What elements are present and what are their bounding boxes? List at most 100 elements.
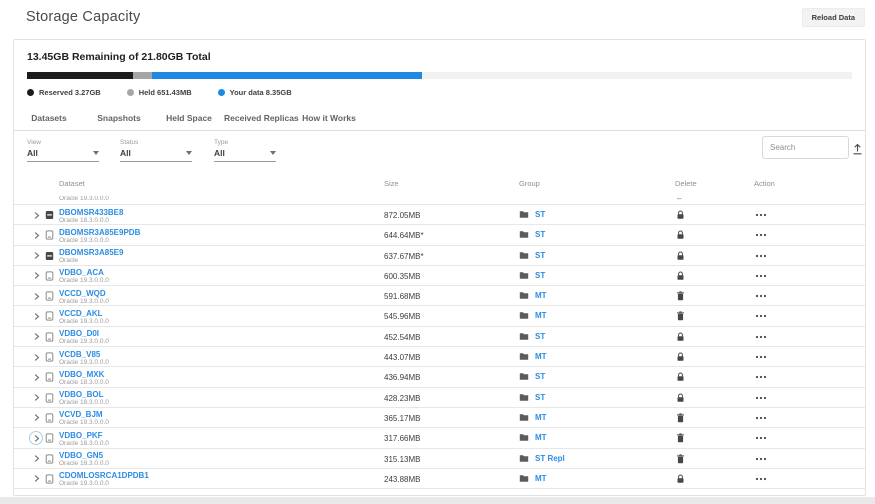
action-menu-icon[interactable] (755, 254, 767, 258)
dataset-name-link[interactable]: VDBO_BOL (59, 390, 103, 399)
reload-data-button[interactable]: Reload Data (802, 8, 865, 27)
group-link[interactable]: ST (535, 393, 545, 402)
tab-received-replicas[interactable]: Received Replicas (224, 113, 294, 123)
delete-cell[interactable] (673, 311, 687, 321)
table-row: VDBO_GN5 Oracle 18.3.0.0.0 315.13MB ST R… (14, 449, 865, 469)
items-per-page[interactable]: Items per page: 15 (649, 494, 712, 496)
dataset-name-link[interactable]: VDBO_D0I (59, 329, 99, 338)
dataset-size: 243.88MB (384, 475, 420, 484)
dataset-name-link[interactable]: DBOMSR433BE8 (59, 208, 123, 217)
group-link[interactable]: MT (535, 291, 547, 300)
delete-cell[interactable] (673, 474, 687, 484)
action-menu-icon[interactable] (755, 274, 767, 278)
dataset-name-link[interactable]: VCVD_BJM (59, 410, 103, 419)
dataset-name-link[interactable]: VCCD_WQD (59, 289, 106, 298)
group-link[interactable]: ST (535, 271, 545, 280)
first-page-icon[interactable] (783, 493, 794, 496)
delete-cell[interactable] (673, 372, 687, 382)
expand-chevron-icon[interactable] (29, 228, 43, 242)
delete-cell[interactable] (673, 332, 687, 342)
group-link[interactable]: ST (535, 332, 545, 341)
dataset-size: 872.05MB (384, 211, 420, 220)
group-link[interactable]: MT (535, 352, 547, 361)
dataset-name-link[interactable]: CDOMLOSRCA1DPDB1 (59, 471, 149, 480)
delete-cell[interactable] (673, 291, 687, 301)
lock-icon (676, 393, 685, 403)
previous-page-icon[interactable] (804, 493, 815, 496)
export-icon[interactable] (852, 143, 863, 155)
delete-cell[interactable] (673, 271, 687, 281)
expand-chevron-icon[interactable] (29, 472, 43, 486)
action-menu-icon[interactable] (755, 457, 767, 461)
tab-how-it-works[interactable]: How it Works (294, 113, 364, 123)
tab-datasets[interactable]: Datasets (14, 113, 84, 123)
dataset-name-link[interactable]: DBOMSR3A85E9PDB (59, 228, 140, 237)
dataset-name-link[interactable]: VDBO_MXK (59, 370, 104, 379)
type-filter-select[interactable]: Type All (214, 139, 276, 162)
delete-cell[interactable] (673, 433, 687, 443)
group-link[interactable]: MT (535, 413, 547, 422)
group-link[interactable]: MT (535, 433, 547, 442)
delete-cell[interactable] (673, 251, 687, 261)
expand-chevron-icon[interactable] (29, 269, 43, 283)
tab-snapshots[interactable]: Snapshots (84, 113, 154, 123)
action-menu-icon[interactable] (755, 375, 767, 379)
expand-chevron-icon[interactable] (29, 411, 43, 425)
status-filter-select[interactable]: Status All (120, 139, 192, 162)
action-menu-icon[interactable] (755, 436, 767, 440)
items-per-page-label: Items per page: (649, 494, 701, 496)
expand-chevron-icon[interactable] (29, 431, 43, 445)
last-page-icon[interactable] (846, 493, 857, 496)
expand-chevron-icon[interactable] (29, 309, 43, 323)
dataset-name-link[interactable]: VDBO_ACA (59, 268, 104, 277)
expand-chevron-icon[interactable] (29, 370, 43, 384)
action-menu-icon[interactable] (755, 335, 767, 339)
expand-chevron-icon[interactable] (29, 208, 43, 222)
search-input[interactable] (762, 136, 849, 159)
view-filter-select[interactable]: View All (27, 139, 99, 162)
delete-cell[interactable] (673, 210, 687, 220)
expand-chevron-icon[interactable] (29, 350, 43, 364)
delete-cell[interactable] (673, 230, 687, 240)
group-link[interactable]: MT (535, 474, 547, 483)
next-page-icon[interactable] (825, 493, 836, 496)
tab-held-space[interactable]: Held Space (154, 113, 224, 123)
group-cell: MT (519, 352, 547, 361)
group-link[interactable]: ST (535, 372, 545, 381)
action-menu-icon[interactable] (755, 314, 767, 318)
delete-cell[interactable] (673, 413, 687, 423)
expand-chevron-icon[interactable] (29, 452, 43, 466)
action-menu-icon[interactable] (755, 355, 767, 359)
action-menu-icon[interactable] (755, 213, 767, 217)
action-menu-icon[interactable] (755, 477, 767, 481)
dataset-type-icon (45, 474, 54, 484)
delete-cell[interactable] (673, 454, 687, 464)
horizontal-scrollbar[interactable] (0, 497, 875, 504)
delete-cell[interactable] (673, 393, 687, 403)
action-menu-icon[interactable] (755, 396, 767, 400)
trash-icon (676, 413, 685, 423)
group-link[interactable]: MT (535, 311, 547, 320)
group-link[interactable]: ST (535, 251, 545, 260)
group-link[interactable]: ST (535, 210, 545, 219)
dataset-size: 315.13MB (384, 455, 420, 464)
group-link[interactable]: ST Repl (535, 454, 565, 463)
dataset-name-link[interactable]: VCDB_V85 (59, 350, 100, 359)
delete-cell[interactable] (673, 352, 687, 362)
expand-chevron-icon[interactable] (29, 249, 43, 263)
group-link[interactable]: ST (535, 230, 545, 239)
action-menu-icon[interactable] (755, 233, 767, 237)
capacity-legend: Reserved 3.27GB Held 651.43MB Your data … (27, 88, 852, 97)
expand-chevron-icon[interactable] (29, 330, 43, 344)
dataset-subtitle: Oracle 18.3.0.0.0 (59, 217, 109, 224)
dataset-name-link[interactable]: DBOMSR3A85E9 (59, 248, 123, 257)
expand-chevron-icon[interactable] (29, 391, 43, 405)
legend-label: Held 651.43MB (139, 88, 192, 97)
dataset-name-link[interactable]: VDBO_GN5 (59, 451, 103, 460)
action-menu-icon[interactable] (755, 294, 767, 298)
dataset-name-link[interactable]: VCCD_AKL (59, 309, 103, 318)
expand-chevron-icon[interactable] (29, 289, 43, 303)
dataset-name-link[interactable]: VDBO_PKF (59, 431, 103, 440)
action-menu-icon[interactable] (755, 416, 767, 420)
table-row: VCCD_WQD Oracle 19.3.0.0.0 591.68MB MT (14, 286, 865, 306)
